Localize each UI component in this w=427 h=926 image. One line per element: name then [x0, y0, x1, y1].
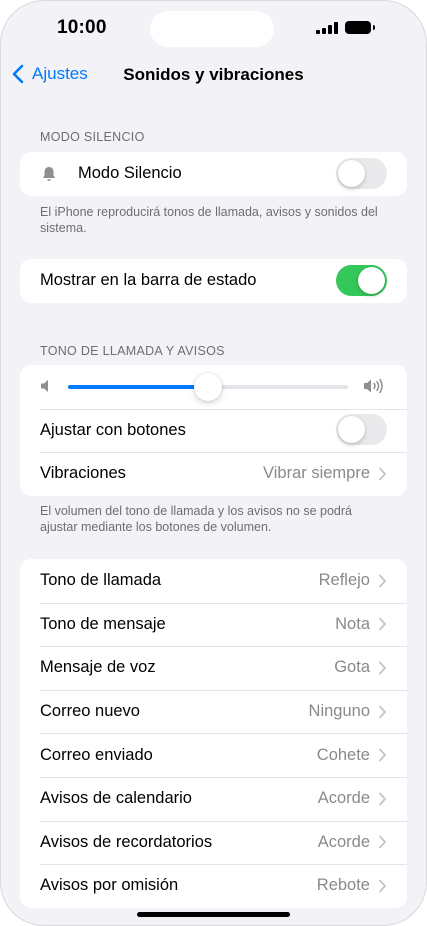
list-item[interactable]: Avisos de recordatorios Acorde	[20, 820, 407, 865]
status-bar: 10:00	[0, 0, 427, 58]
silent-mode-footer: El iPhone reproducirá tonos de llamada, …	[40, 205, 378, 235]
section-header-silent: MODO SILENCIO	[40, 130, 145, 144]
toggle-knob	[338, 159, 365, 187]
list-item[interactable]: Mensaje de voz Gota	[20, 646, 407, 690]
toggle-knob	[338, 416, 365, 444]
ringer-group: Ajustar con botones Vibraciones Vibrar s…	[20, 365, 407, 496]
chevron-right-icon	[379, 661, 386, 675]
list-item-value: Acorde	[317, 832, 370, 851]
vibrations-value: Vibrar siempre	[263, 464, 370, 483]
toggle-knob	[358, 266, 385, 294]
list-item-label: Correo enviado	[40, 745, 153, 764]
home-indicator	[137, 912, 290, 917]
vibrations-row[interactable]: Vibraciones Vibrar siempre	[20, 452, 407, 496]
list-item[interactable]: Avisos por omisión Rebote	[20, 864, 407, 908]
list-item-label: Mensaje de voz	[40, 658, 156, 677]
chevron-right-icon	[379, 792, 386, 806]
list-item-value: Cohete	[316, 745, 370, 764]
list-item-label: Tono de mensaje	[40, 614, 166, 633]
silent-mode-row[interactable]: Modo Silencio	[20, 152, 407, 196]
list-item[interactable]: Tono de llamada Reflejo	[20, 559, 407, 603]
list-item-value: Reflejo	[318, 571, 370, 590]
page-title-text: Sonidos y vibraciones	[123, 65, 304, 84]
navigation-bar: Ajustes Sonidos y vibraciones	[0, 56, 427, 96]
chevron-right-icon	[379, 835, 386, 849]
speaker-high-icon	[364, 378, 383, 394]
chevron-right-icon	[379, 617, 386, 631]
chevron-right-icon	[379, 748, 386, 762]
silent-mode-toggle[interactable]	[336, 157, 387, 189]
chevron-right-icon	[379, 705, 386, 718]
page-title: Sonidos y vibraciones	[0, 65, 427, 85]
list-item-label: Avisos de recordatorios	[40, 832, 213, 851]
list-item[interactable]: Correo enviado Cohete	[20, 733, 407, 777]
sounds-group: Tono de llamada Reflejo Tono de mensaje Not…	[20, 559, 407, 908]
list-item[interactable]: Avisos de calendario Acorde	[20, 776, 407, 821]
status-bar-group: Mostrar en la barra de estado	[20, 259, 407, 303]
volume-slider-row	[20, 365, 407, 409]
list-item-value: Acorde	[317, 789, 370, 808]
list-item-value: Rebote	[316, 876, 370, 895]
silent-mode-group: Modo Silencio	[20, 152, 407, 196]
list-item-label: Correo nuevo	[40, 702, 140, 721]
list-item-value: Ninguno	[308, 702, 370, 721]
ringer-footer: El volumen del tono de llamada y los avi…	[40, 504, 352, 534]
bell-icon	[43, 166, 55, 181]
status-time: 10:00	[57, 17, 107, 38]
list-item-value: Gota	[334, 658, 370, 677]
section-header-ringer: TONO DE LLAMADA Y AVISOS	[40, 344, 225, 358]
list-item-label: Avisos por omisión	[40, 876, 179, 895]
adjust-with-buttons-row[interactable]: Ajustar con botones	[20, 408, 407, 453]
adjust-with-buttons-toggle[interactable]	[336, 414, 387, 446]
dynamic-island	[150, 11, 274, 47]
chevron-right-icon	[379, 879, 386, 893]
volume-slider-thumb[interactable]	[194, 373, 222, 401]
battery-tip	[373, 25, 375, 30]
chevron-right-icon	[379, 467, 386, 481]
show-in-status-bar-row[interactable]: Mostrar en la barra de estado	[20, 259, 407, 303]
list-item[interactable]: Correo nuevo Ninguno	[20, 689, 407, 734]
show-in-status-bar-toggle[interactable]	[336, 264, 387, 296]
battery-icon	[345, 21, 371, 34]
chevron-right-icon	[379, 574, 386, 588]
speaker-low-icon	[41, 380, 48, 392]
cellular-signal-icon	[316, 22, 338, 34]
volume-slider-fill	[68, 385, 208, 389]
list-item-label: Avisos de calendario	[40, 789, 192, 808]
phone-screen: 10:00 Ajustes Sonidos y vibraciones MODO…	[0, 0, 427, 926]
list-item[interactable]: Tono de mensaje Nota	[20, 602, 407, 647]
list-item-label: Tono de llamada	[40, 571, 162, 590]
vibrations-label: Vibraciones	[40, 464, 126, 483]
list-item-value: Nota	[335, 614, 370, 633]
